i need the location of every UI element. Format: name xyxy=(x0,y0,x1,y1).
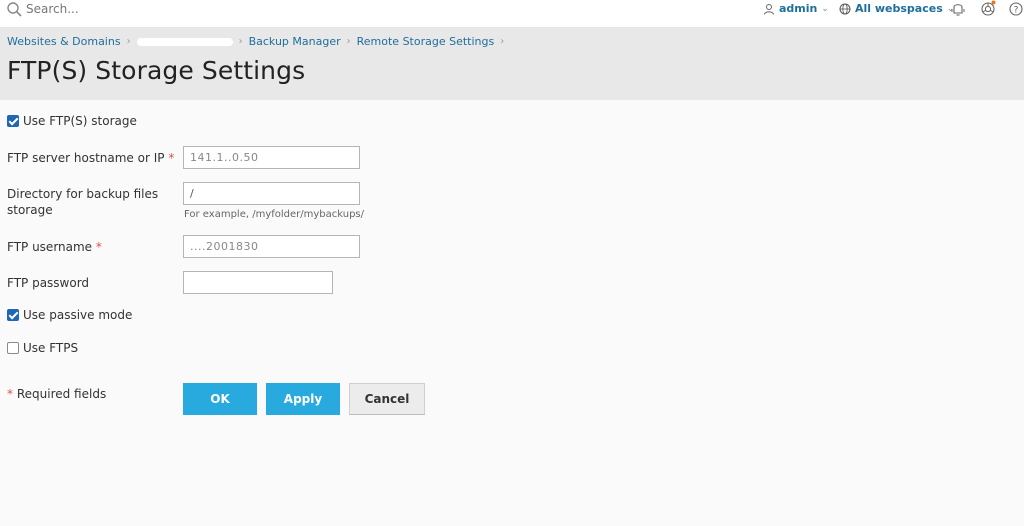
search-icon xyxy=(7,2,22,17)
directory-label: Directory for backup files storage xyxy=(7,187,159,217)
directory-hint: For example, /myfolder/mybackups/ xyxy=(184,209,365,220)
chevron-right-icon: › xyxy=(346,36,351,47)
svg-text:?: ? xyxy=(1014,6,1019,16)
help-icon[interactable]: ? xyxy=(1007,0,1024,18)
passive-mode-checkbox[interactable] xyxy=(7,309,19,321)
webspaces-menu[interactable]: All webspaces ⌄ xyxy=(839,2,954,15)
required-star: * xyxy=(95,240,102,254)
cancel-button[interactable]: Cancel xyxy=(349,383,425,415)
ok-button[interactable]: OK xyxy=(183,383,257,415)
user-icon xyxy=(764,3,774,15)
breadcrumb-remote-storage-settings[interactable]: Remote Storage Settings xyxy=(357,35,495,48)
required-fields-text: Required fields xyxy=(16,387,107,401)
hostname-label: FTP server hostname or IP * xyxy=(7,150,174,166)
user-name: admin xyxy=(779,2,818,15)
chevron-right-icon: › xyxy=(238,36,243,47)
directory-input[interactable] xyxy=(183,182,360,205)
user-menu[interactable]: admin ⌄ xyxy=(763,2,829,15)
page-header: Websites & Domains › › Backup Manager › … xyxy=(0,28,1024,100)
use-ftp-storage-label[interactable]: Use FTP(S) storage xyxy=(23,114,137,128)
passive-mode-label[interactable]: Use passive mode xyxy=(23,308,132,322)
breadcrumb-websites-domains[interactable]: Websites & Domains xyxy=(7,35,121,48)
username-input[interactable] xyxy=(183,235,360,258)
use-ftps-label[interactable]: Use FTPS xyxy=(23,341,78,355)
chevron-right-icon: › xyxy=(500,36,505,47)
chevron-down-icon: ⌄ xyxy=(821,3,829,14)
apply-button[interactable]: Apply xyxy=(266,383,340,415)
hostname-input[interactable] xyxy=(183,146,360,169)
webspaces-label: All webspaces xyxy=(855,2,943,15)
password-input[interactable] xyxy=(183,271,333,294)
breadcrumb-backup-manager[interactable]: Backup Manager xyxy=(249,35,341,48)
breadcrumb: Websites & Domains › › Backup Manager › … xyxy=(7,35,510,48)
help-support-icon[interactable] xyxy=(979,0,997,18)
search-input[interactable] xyxy=(26,0,326,18)
use-ftps-checkbox[interactable] xyxy=(7,342,19,354)
chevron-right-icon: › xyxy=(126,36,131,47)
hostname-label-text: FTP server hostname or IP xyxy=(7,151,165,165)
breadcrumb-domain-redacted[interactable] xyxy=(136,37,233,46)
globe-icon xyxy=(839,3,851,14)
username-label-text: FTP username xyxy=(7,240,93,254)
required-fields-note: * Required fields xyxy=(7,386,106,402)
notifications-icon[interactable] xyxy=(949,0,967,18)
page-title: FTP(S) Storage Settings xyxy=(7,56,306,85)
top-bar: admin ⌄ All webspaces ⌄ ? xyxy=(0,0,1024,28)
required-star: * xyxy=(168,151,175,165)
required-star: * xyxy=(7,387,13,401)
username-label: FTP username * xyxy=(7,239,102,255)
use-ftp-storage-checkbox[interactable] xyxy=(7,115,19,127)
password-label: FTP password xyxy=(7,276,90,290)
